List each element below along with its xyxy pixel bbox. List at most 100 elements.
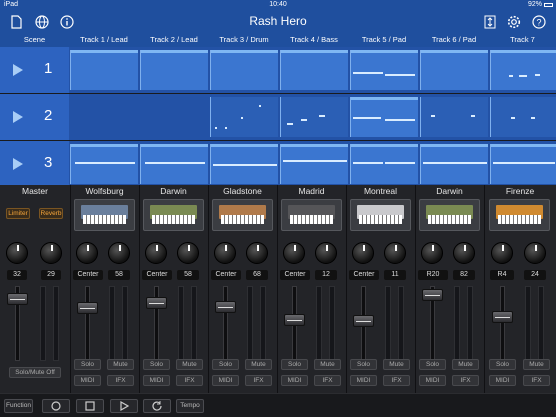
clip[interactable]	[350, 50, 418, 90]
track-header[interactable]: Track 6 / Pad	[419, 35, 489, 44]
mute-button[interactable]: Mute	[107, 359, 134, 370]
clip[interactable]	[70, 144, 138, 184]
clip[interactable]	[280, 97, 348, 137]
clip[interactable]	[210, 97, 278, 137]
instrument-thumbnail[interactable]	[419, 199, 480, 231]
midi-button[interactable]: MIDI	[212, 375, 239, 386]
instrument-thumbnail[interactable]	[74, 199, 135, 231]
ifx-button[interactable]: IFX	[176, 375, 203, 386]
transfer-icon[interactable]	[483, 15, 497, 29]
clip[interactable]	[210, 144, 278, 184]
volume-knob[interactable]	[108, 242, 130, 264]
help-icon[interactable]: ?	[532, 15, 546, 29]
clip[interactable]	[350, 97, 418, 137]
ifx-button[interactable]: IFX	[383, 375, 410, 386]
midi-button[interactable]: MIDI	[419, 375, 446, 386]
volume-knob[interactable]	[177, 242, 199, 264]
track-header[interactable]: Track 7	[489, 35, 556, 44]
stop-button[interactable]	[76, 399, 104, 413]
solo-button[interactable]: Solo	[350, 359, 377, 370]
track-header[interactable]: Track 1 / Lead	[69, 35, 139, 44]
pan-knob[interactable]	[283, 242, 305, 264]
channel-fader[interactable]	[215, 301, 236, 313]
track-header[interactable]: Track 3 / Drum	[209, 35, 279, 44]
midi-button[interactable]: MIDI	[143, 375, 170, 386]
solo-button[interactable]: Solo	[74, 359, 101, 370]
clip[interactable]	[210, 50, 278, 90]
ifx-button[interactable]: IFX	[452, 375, 479, 386]
clip[interactable]	[490, 50, 556, 90]
scene-play-button[interactable]: 3	[0, 141, 69, 187]
instrument-thumbnail[interactable]	[143, 199, 204, 231]
clip[interactable]	[420, 144, 488, 184]
ifx-button[interactable]: IFX	[107, 375, 134, 386]
limiter-button[interactable]: Limiter	[6, 208, 30, 219]
pan-knob[interactable]	[145, 242, 167, 264]
channel-fader[interactable]	[77, 302, 98, 314]
pan-knob[interactable]	[214, 242, 236, 264]
mute-button[interactable]: Mute	[176, 359, 203, 370]
solo-button[interactable]: Solo	[212, 359, 239, 370]
midi-button[interactable]: MIDI	[489, 375, 516, 386]
clip[interactable]	[70, 50, 138, 90]
master-fader[interactable]	[7, 293, 28, 305]
clip[interactable]	[140, 144, 208, 184]
midi-button[interactable]: MIDI	[281, 375, 308, 386]
scene-play-button[interactable]: 1	[0, 47, 69, 93]
clip[interactable]	[140, 50, 208, 90]
ifx-button[interactable]: IFX	[245, 375, 272, 386]
channel-fader[interactable]	[492, 311, 513, 323]
channel-fader[interactable]	[284, 314, 305, 326]
function-button[interactable]: Function	[4, 399, 33, 413]
reverb-button[interactable]: Reverb	[39, 208, 63, 219]
gear-icon[interactable]	[507, 15, 521, 29]
mute-button[interactable]: Mute	[314, 359, 341, 370]
track-header[interactable]: Track 4 / Bass	[279, 35, 349, 44]
instrument-thumbnail[interactable]	[350, 199, 411, 231]
record-button[interactable]	[42, 399, 70, 413]
pan-knob[interactable]	[352, 242, 374, 264]
master-knob[interactable]	[6, 242, 28, 264]
mute-button[interactable]: Mute	[383, 359, 410, 370]
ifx-button[interactable]: IFX	[523, 375, 550, 386]
midi-button[interactable]: MIDI	[74, 375, 101, 386]
volume-knob[interactable]	[246, 242, 268, 264]
mute-button[interactable]: Mute	[523, 359, 550, 370]
mute-button[interactable]: Mute	[245, 359, 272, 370]
channel-fader[interactable]	[146, 297, 167, 309]
instrument-thumbnail[interactable]	[281, 199, 342, 231]
solo-button[interactable]: Solo	[143, 359, 170, 370]
clip[interactable]	[280, 144, 348, 184]
tempo-button[interactable]: Tempo	[176, 399, 204, 413]
midi-button[interactable]: MIDI	[350, 375, 377, 386]
solo-button[interactable]: Solo	[489, 359, 516, 370]
solo-button[interactable]: Solo	[281, 359, 308, 370]
scene-play-button[interactable]: 2	[0, 94, 69, 140]
instrument-thumbnail[interactable]	[212, 199, 273, 231]
play-button[interactable]	[110, 399, 138, 413]
track-header[interactable]: Track 5 / Pad	[349, 35, 419, 44]
volume-knob[interactable]	[453, 242, 475, 264]
clip[interactable]	[490, 144, 556, 184]
loop-button[interactable]	[143, 399, 171, 413]
instrument-thumbnail[interactable]	[489, 199, 550, 231]
track-header[interactable]: Track 2 / Lead	[139, 35, 209, 44]
channel-fader[interactable]	[422, 289, 443, 301]
clip[interactable]	[490, 97, 556, 137]
solo-button[interactable]: Solo	[419, 359, 446, 370]
volume-knob[interactable]	[384, 242, 406, 264]
pan-knob[interactable]	[491, 242, 513, 264]
ifx-button[interactable]: IFX	[314, 375, 341, 386]
channel-fader[interactable]	[353, 315, 374, 327]
clip[interactable]	[420, 97, 488, 137]
pan-knob[interactable]	[76, 242, 98, 264]
clip[interactable]	[350, 144, 418, 184]
volume-knob[interactable]	[524, 242, 546, 264]
solo-mute-off-button[interactable]: Solo/Mute Off	[9, 367, 61, 378]
clip[interactable]	[420, 50, 488, 90]
pan-knob[interactable]	[421, 242, 443, 264]
master-knob[interactable]	[40, 242, 62, 264]
volume-knob[interactable]	[315, 242, 337, 264]
clip[interactable]	[280, 50, 348, 90]
mute-button[interactable]: Mute	[452, 359, 479, 370]
